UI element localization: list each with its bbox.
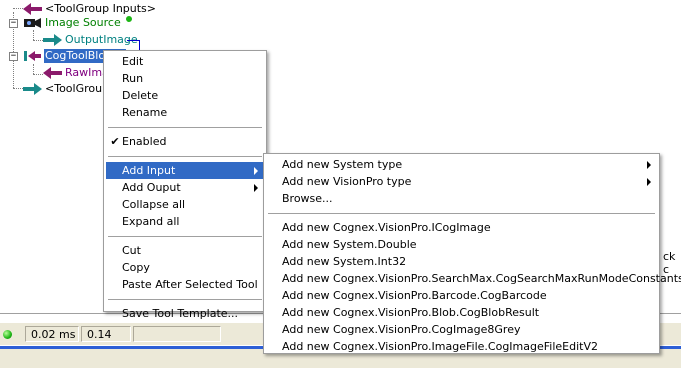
- submenu-item-system-type[interactable]: Add new System type: [266, 156, 657, 173]
- collapse-icon[interactable]: −: [9, 52, 18, 61]
- submenu-arrow-icon: [254, 184, 258, 192]
- menu-separator: [268, 213, 655, 214]
- submenu-item-type[interactable]: Add new Cognex.VisionPro.CogImage8Grey: [266, 321, 657, 338]
- menu-item-add-output[interactable]: Add Ouput: [106, 179, 264, 196]
- tree-guide-line: [33, 64, 34, 74]
- status-ok-icon: [3, 330, 12, 339]
- collapse-icon[interactable]: −: [9, 19, 18, 28]
- menu-item-label: Add Input: [122, 164, 176, 177]
- menu-item-add-input[interactable]: Add Input: [106, 162, 264, 179]
- tree-node-image-source[interactable]: Image Source: [22, 15, 133, 31]
- menu-item-label: Enabled: [122, 135, 167, 148]
- menu-item-delete[interactable]: Delete: [106, 87, 264, 104]
- tree-guide-line: [33, 30, 34, 40]
- submenu-item-type[interactable]: Add new Cognex.VisionPro.Barcode.CogBarc…: [266, 287, 657, 304]
- status-time-2: 0.14 ms: [81, 326, 131, 357]
- menu-item-label: Add new System type: [282, 158, 403, 171]
- menu-item-label: Collapse all: [122, 198, 186, 211]
- menu-item-label: Delete: [122, 89, 159, 102]
- submenu-item-type[interactable]: Add new System.Int32: [266, 253, 657, 270]
- menu-item-label: Add new VisionPro type: [282, 175, 412, 188]
- camera-icon: [24, 18, 41, 28]
- menu-item-label: Edit: [122, 55, 144, 68]
- menu-item-edit[interactable]: Edit: [106, 53, 264, 70]
- submenu-item-type[interactable]: Add new Cognex.VisionPro.SearchMax.CogSe…: [266, 270, 681, 287]
- link-line: [127, 40, 139, 41]
- status-time-1: 0.02 ms: [25, 326, 79, 342]
- menu-item-label: Add new Cognex.VisionPro.CogImage8Grey: [282, 323, 521, 336]
- menu-separator: [108, 236, 262, 237]
- submenu-item-type[interactable]: Add new System.Double: [266, 236, 657, 253]
- menu-item-copy[interactable]: Copy: [106, 259, 264, 276]
- tree-node-output-image[interactable]: OutputImage: [42, 32, 139, 48]
- menu-item-label: Add new Cognex.VisionPro.ImageFile.CogIm…: [282, 340, 598, 353]
- arrow-right-icon: [23, 83, 42, 95]
- menu-item-paste-after[interactable]: Paste After Selected Tool: [106, 276, 264, 293]
- status-ok-icon: [125, 16, 132, 22]
- menu-item-label: Add new Cognex.VisionPro.ICogImage: [282, 221, 491, 234]
- menu-item-label: Add new Cognex.VisionPro.SearchMax.CogSe…: [282, 272, 681, 285]
- submenu-arrow-icon: [647, 178, 651, 186]
- submenu-item-type[interactable]: Add new Cognex.VisionPro.ImageFile.CogIm…: [266, 338, 657, 355]
- submenu-item-visionpro-type[interactable]: Add new VisionPro type: [266, 173, 657, 190]
- menu-item-label: Paste After Selected Tool: [122, 278, 258, 291]
- arrow-left-icon: [43, 67, 62, 79]
- menu-item-cut[interactable]: Cut: [106, 242, 264, 259]
- menu-item-label: Add Ouput: [122, 181, 181, 194]
- submenu-item-type[interactable]: Add new Cognex.VisionPro.ICogImage: [266, 219, 657, 236]
- menu-item-label: Expand all: [122, 215, 180, 228]
- submenu-arrow-icon: [254, 167, 258, 175]
- arrow-right-icon: [43, 34, 62, 46]
- menu-item-label: Add new Cognex.VisionPro.Blob.CogBlobRes…: [282, 306, 540, 319]
- submenu-item-type[interactable]: Add new Cognex.VisionPro.Blob.CogBlobRes…: [266, 304, 657, 321]
- menu-item-label: Rename: [122, 106, 168, 119]
- menu-separator: [108, 299, 262, 300]
- menu-item-run[interactable]: Run: [106, 70, 264, 87]
- status-cell-empty: [133, 326, 221, 342]
- menu-item-label: Cut: [122, 244, 141, 257]
- menu-item-label: Run: [122, 72, 144, 85]
- checkmark-icon: ✔: [110, 135, 120, 148]
- tree-node-label: <ToolGroup Inputs>: [45, 2, 156, 15]
- menu-item-label: Add new System.Double: [282, 238, 417, 251]
- menu-separator: [108, 127, 262, 128]
- tree-node-label: Image Source: [45, 16, 121, 29]
- menu-item-label: Add new System.Int32: [282, 255, 407, 268]
- menu-item-label: Save Tool Template...: [122, 307, 239, 320]
- add-input-submenu: Add new System type Add new VisionPro ty…: [263, 153, 681, 355]
- menu-item-rename[interactable]: Rename: [106, 104, 264, 121]
- menu-item-expand-all[interactable]: Expand all: [106, 213, 264, 230]
- context-menu: Edit Run Delete Rename ✔ Enabled Add Inpu…: [103, 50, 267, 320]
- menu-item-label: Copy: [122, 261, 150, 274]
- menu-item-collapse-all[interactable]: Collapse all: [106, 196, 264, 213]
- submenu-item-browse[interactable]: Browse...: [266, 190, 657, 207]
- tool-block-icon: [24, 51, 41, 61]
- submenu-arrow-icon: [647, 161, 651, 169]
- menu-separator: [108, 156, 262, 157]
- menu-item-label: Add new Cognex.VisionPro.Barcode.CogBarc…: [282, 289, 547, 302]
- menu-item-enabled[interactable]: ✔ Enabled: [106, 133, 264, 150]
- arrow-left-icon: [23, 3, 42, 15]
- menu-item-label: Browse...: [282, 192, 333, 205]
- menu-item-save-template[interactable]: Save Tool Template...: [106, 305, 264, 322]
